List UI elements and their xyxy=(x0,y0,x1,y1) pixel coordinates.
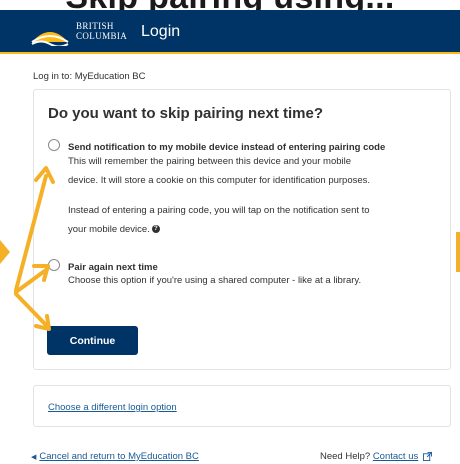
need-help-text: Need Help? xyxy=(320,451,371,462)
radio-pair-again[interactable] xyxy=(48,259,60,271)
footer-cancel: ◀ Cancel and return to MyEducation BC xyxy=(31,451,199,462)
option-pair-again-desc: Choose this option if you're using a sha… xyxy=(68,275,362,286)
annotation-marker-right xyxy=(456,232,460,272)
breadcrumb: Log in to: MyEducation BC xyxy=(33,71,146,82)
chevron-left-icon: ◀ xyxy=(31,454,37,461)
option-pair-again-label[interactable]: Pair again next time xyxy=(68,262,158,273)
skip-pairing-card: Do you want to skip pairing next time? S… xyxy=(33,89,451,370)
annotation-chevron-left xyxy=(0,240,10,264)
continue-button[interactable]: Continue xyxy=(47,326,138,355)
help-circle-icon[interactable]: ? xyxy=(151,225,160,234)
brand-wordmark: BRITISH COLUMBIA xyxy=(76,21,128,41)
contact-us-link[interactable]: Contact us xyxy=(373,451,418,462)
option-send-notification-desc2: device. It will store a cookie on this c… xyxy=(68,175,371,186)
header-title: Login xyxy=(141,23,181,40)
cancel-return-link[interactable]: Cancel and return to MyEducation BC xyxy=(39,451,198,462)
site-header: BRITISH COLUMBIA Login xyxy=(0,10,460,54)
radio-send-notification[interactable] xyxy=(48,139,60,151)
choose-different-login-link[interactable]: Choose a different login option xyxy=(48,402,177,413)
option-send-notification-desc3: Instead of entering a pairing code, you … xyxy=(68,205,370,216)
alt-login-card: Choose a different login option xyxy=(33,385,451,427)
bc-logo-icon xyxy=(31,32,69,46)
footer-help: Need Help? Contact us xyxy=(320,451,432,462)
option-send-notification-desc1: This will remember the pairing between t… xyxy=(68,156,352,167)
external-link-icon xyxy=(422,451,432,461)
option-send-notification-label[interactable]: Send notification to my mobile device in… xyxy=(68,142,385,153)
page-title: Do you want to skip pairing next time? xyxy=(48,105,324,122)
option-send-notification-desc4: your mobile device.? xyxy=(68,222,160,237)
